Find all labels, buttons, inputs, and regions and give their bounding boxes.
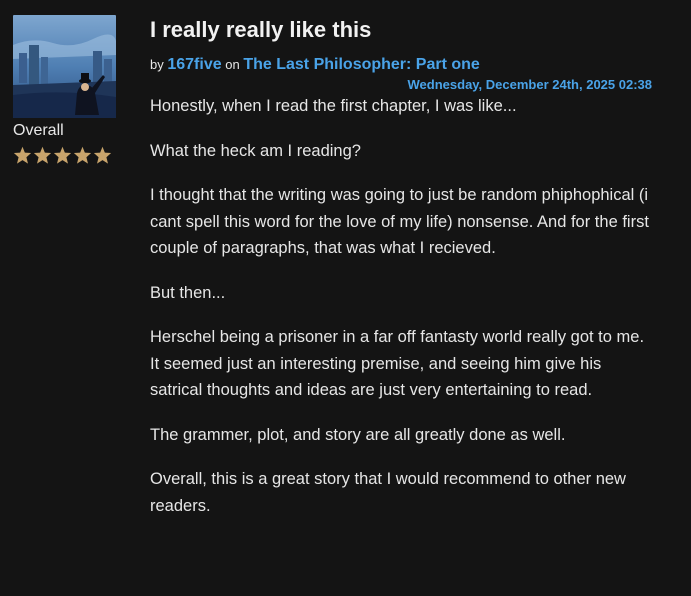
review-paragraph: What the heck am I reading? — [150, 141, 361, 160]
review-body: Honestly, when I read the first chapter,… — [150, 93, 655, 519]
on-prefix: on — [225, 57, 240, 72]
avatar-image — [13, 15, 116, 118]
star-icon — [13, 146, 32, 164]
review-sidebar: Overall — [13, 15, 117, 164]
by-prefix: by — [150, 57, 164, 72]
review-card: Overall I really really like this by 167… — [0, 0, 691, 596]
chapter-link[interactable]: The Last Philosopher: Part one — [243, 56, 479, 73]
rating-label: Overall — [13, 122, 64, 139]
review-paragraph: I thought that the writing was going to … — [150, 186, 649, 257]
star-icon — [53, 146, 72, 164]
review-paragraph: But then... — [150, 283, 226, 302]
review-paragraph: Herschel being a prisoner in a far off f… — [150, 328, 645, 399]
review-main: I really really like this by 167five on … — [150, 15, 655, 537]
author-link[interactable]: 167five — [167, 56, 221, 73]
star-icon — [93, 146, 112, 164]
review-paragraph: The grammer, plot, and story are all gre… — [150, 425, 566, 444]
star-rating — [13, 146, 117, 164]
review-title: I really really like this — [150, 17, 372, 42]
star-icon — [33, 146, 52, 164]
byline: by 167five on The Last Philosopher: Part… — [150, 55, 655, 75]
review-date: Wednesday, December 24th, 2025 02:38 — [407, 77, 652, 92]
avatar[interactable] — [13, 15, 116, 118]
review-paragraph: Honestly, when I read the first chapter,… — [150, 97, 517, 115]
star-icon — [73, 146, 92, 164]
review-paragraph: Overall, this is a great story that I wo… — [150, 470, 626, 515]
